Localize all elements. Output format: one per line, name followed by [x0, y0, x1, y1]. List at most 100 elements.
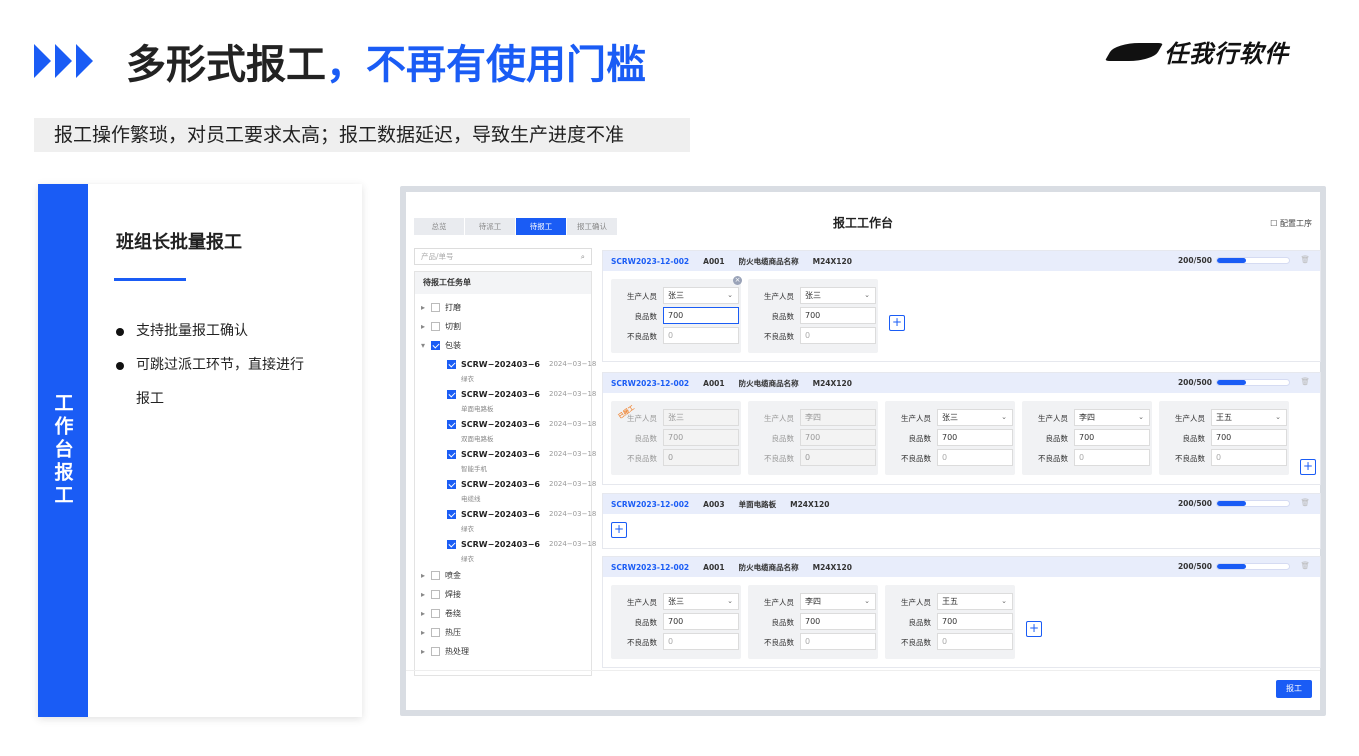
tree-node[interactable]: ▸ 热处理: [421, 646, 469, 657]
person-select[interactable]: 李四 ⌄: [800, 593, 876, 610]
caret-right-icon[interactable]: ▸: [421, 571, 431, 580]
bad-qty-input[interactable]: 0: [663, 633, 739, 650]
task-item[interactable]: SCRW−202403−6 2024−03−18 绿衣: [447, 510, 596, 533]
checkbox[interactable]: [431, 609, 440, 618]
chevron-down-icon[interactable]: ⌄: [1001, 410, 1007, 425]
add-worker-button[interactable]: +: [1300, 459, 1316, 475]
person-select[interactable]: 张三 ⌄: [663, 593, 739, 610]
delete-icon[interactable]: 🗑: [1300, 377, 1310, 386]
search-icon[interactable]: ⌕: [581, 249, 585, 264]
bad-qty-input[interactable]: 0: [937, 449, 1013, 466]
submit-report-button[interactable]: 报工: [1276, 680, 1312, 698]
tree-node[interactable]: ▸ 打磨: [421, 302, 461, 313]
checkbox-checked[interactable]: [447, 360, 456, 369]
bad-qty-input[interactable]: 0: [800, 327, 876, 344]
checkbox-checked[interactable]: [431, 341, 440, 350]
tree-node[interactable]: ▸ 焊接: [421, 589, 461, 600]
task-item[interactable]: SCRW−202403−6 2024−03−18 双面电路板: [447, 420, 596, 443]
caret-right-icon[interactable]: ▸: [421, 322, 431, 331]
tree-node[interactable]: ▸ 切割: [421, 321, 461, 332]
good-qty-input[interactable]: 700: [800, 429, 876, 446]
caret-right-icon[interactable]: ▸: [421, 609, 431, 618]
person-select[interactable]: 张三 ⌄: [937, 409, 1013, 426]
order-code[interactable]: SCRW2023-12-002: [611, 257, 689, 266]
delete-icon[interactable]: 🗑: [1300, 561, 1310, 570]
person-select[interactable]: 李四: [800, 409, 876, 426]
caret-right-icon[interactable]: ▸: [421, 628, 431, 637]
bad-label: 不良品数: [901, 638, 931, 647]
bad-qty-input[interactable]: 0: [1074, 449, 1150, 466]
tree-node[interactable]: ▾ 包装: [421, 340, 461, 351]
good-qty-input[interactable]: 700: [1074, 429, 1150, 446]
task-item[interactable]: SCRW−202403−6 2024−03−18 单面电路板: [447, 390, 596, 413]
good-qty-input[interactable]: 700: [1211, 429, 1287, 446]
checkbox[interactable]: [431, 303, 440, 312]
order-code[interactable]: SCRW2023-12-002: [611, 379, 689, 388]
task-list-title: 待报工任务单: [415, 272, 591, 294]
checkbox-checked[interactable]: [447, 420, 456, 429]
search-input[interactable]: 产品/单号 ⌕: [414, 248, 592, 265]
chevron-down-icon[interactable]: ⌄: [1001, 594, 1007, 609]
good-qty-input[interactable]: 700: [937, 613, 1013, 630]
bad-qty-input[interactable]: 0: [1211, 449, 1287, 466]
tree-node[interactable]: ▸ 喷金: [421, 570, 461, 581]
good-qty-input[interactable]: 700: [663, 307, 739, 324]
caret-down-icon[interactable]: ▾: [421, 341, 431, 350]
task-item[interactable]: SCRW−202403−6 2024−03−18 绿衣: [447, 360, 596, 383]
task-item[interactable]: SCRW−202403−6 2024−03−18 电缆线: [447, 480, 596, 503]
close-icon[interactable]: ×: [733, 276, 742, 285]
checkbox-checked[interactable]: [447, 510, 456, 519]
app-window: 总览 待派工 待报工 报工确认 报工工作台 ☐ 配置工序 产品/单号 ⌕ 待报工任…: [400, 186, 1326, 716]
delete-icon[interactable]: 🗑: [1300, 498, 1310, 507]
caret-right-icon[interactable]: ▸: [421, 590, 431, 599]
checkbox[interactable]: [431, 628, 440, 637]
config-process-button[interactable]: ☐ 配置工序: [1270, 218, 1312, 229]
person-select[interactable]: 张三 ⌄: [663, 287, 739, 304]
bad-qty-input[interactable]: 0: [663, 327, 739, 344]
person-select[interactable]: 张三 ⌄: [800, 287, 876, 304]
order-code[interactable]: SCRW2023-12-002: [611, 563, 689, 572]
chevron-down-icon[interactable]: ⌄: [727, 594, 733, 609]
order-code[interactable]: SCRW2023-12-002: [611, 500, 689, 509]
checkbox[interactable]: [431, 647, 440, 656]
person-value: 李四: [1079, 413, 1095, 422]
checkbox-checked[interactable]: [447, 540, 456, 549]
person-select[interactable]: 张三: [663, 409, 739, 426]
task-product: 单面电路板: [461, 405, 494, 413]
add-worker-button[interactable]: +: [611, 522, 627, 538]
checkbox-checked[interactable]: [447, 480, 456, 489]
person-select[interactable]: 王五 ⌄: [1211, 409, 1287, 426]
add-worker-button[interactable]: +: [889, 315, 905, 331]
checkbox[interactable]: [431, 322, 440, 331]
task-item[interactable]: SCRW−202403−6 2024−03−18 绿衣: [447, 540, 596, 563]
good-qty-input[interactable]: 700: [663, 429, 739, 446]
delete-icon[interactable]: 🗑: [1300, 255, 1310, 264]
bad-qty-input[interactable]: 0: [800, 449, 876, 466]
tree-node[interactable]: ▸ 热压: [421, 627, 461, 638]
bad-qty-input[interactable]: 0: [937, 633, 1013, 650]
add-worker-button[interactable]: +: [1026, 621, 1042, 637]
checkbox[interactable]: [431, 590, 440, 599]
bad-qty-input[interactable]: 0: [663, 449, 739, 466]
order-progress: 200/500: [1178, 378, 1290, 387]
bad-qty-input[interactable]: 0: [800, 633, 876, 650]
chevron-down-icon[interactable]: ⌄: [1138, 410, 1144, 425]
person-select[interactable]: 李四 ⌄: [1074, 409, 1150, 426]
chevron-down-icon[interactable]: ⌄: [1275, 410, 1281, 425]
good-qty-input[interactable]: 700: [663, 613, 739, 630]
chevron-down-icon[interactable]: ⌄: [864, 594, 870, 609]
chevron-down-icon[interactable]: ⌄: [727, 288, 733, 303]
task-item[interactable]: SCRW−202403−6 2024−03−18 智能手机: [447, 450, 596, 473]
checkbox[interactable]: [431, 571, 440, 580]
tree-node[interactable]: ▸ 卷绕: [421, 608, 461, 619]
person-select[interactable]: 王五 ⌄: [937, 593, 1013, 610]
checkbox-checked[interactable]: [447, 450, 456, 459]
good-qty-input[interactable]: 700: [937, 429, 1013, 446]
caret-right-icon[interactable]: ▸: [421, 303, 431, 312]
caret-right-icon[interactable]: ▸: [421, 647, 431, 656]
good-qty-input[interactable]: 700: [800, 307, 876, 324]
good-qty-input[interactable]: 700: [800, 613, 876, 630]
checkbox-checked[interactable]: [447, 390, 456, 399]
order-header: SCRW2023-12-002 A001 防火电缆商品名称 M24X120 20…: [603, 557, 1320, 577]
chevron-down-icon[interactable]: ⌄: [864, 288, 870, 303]
